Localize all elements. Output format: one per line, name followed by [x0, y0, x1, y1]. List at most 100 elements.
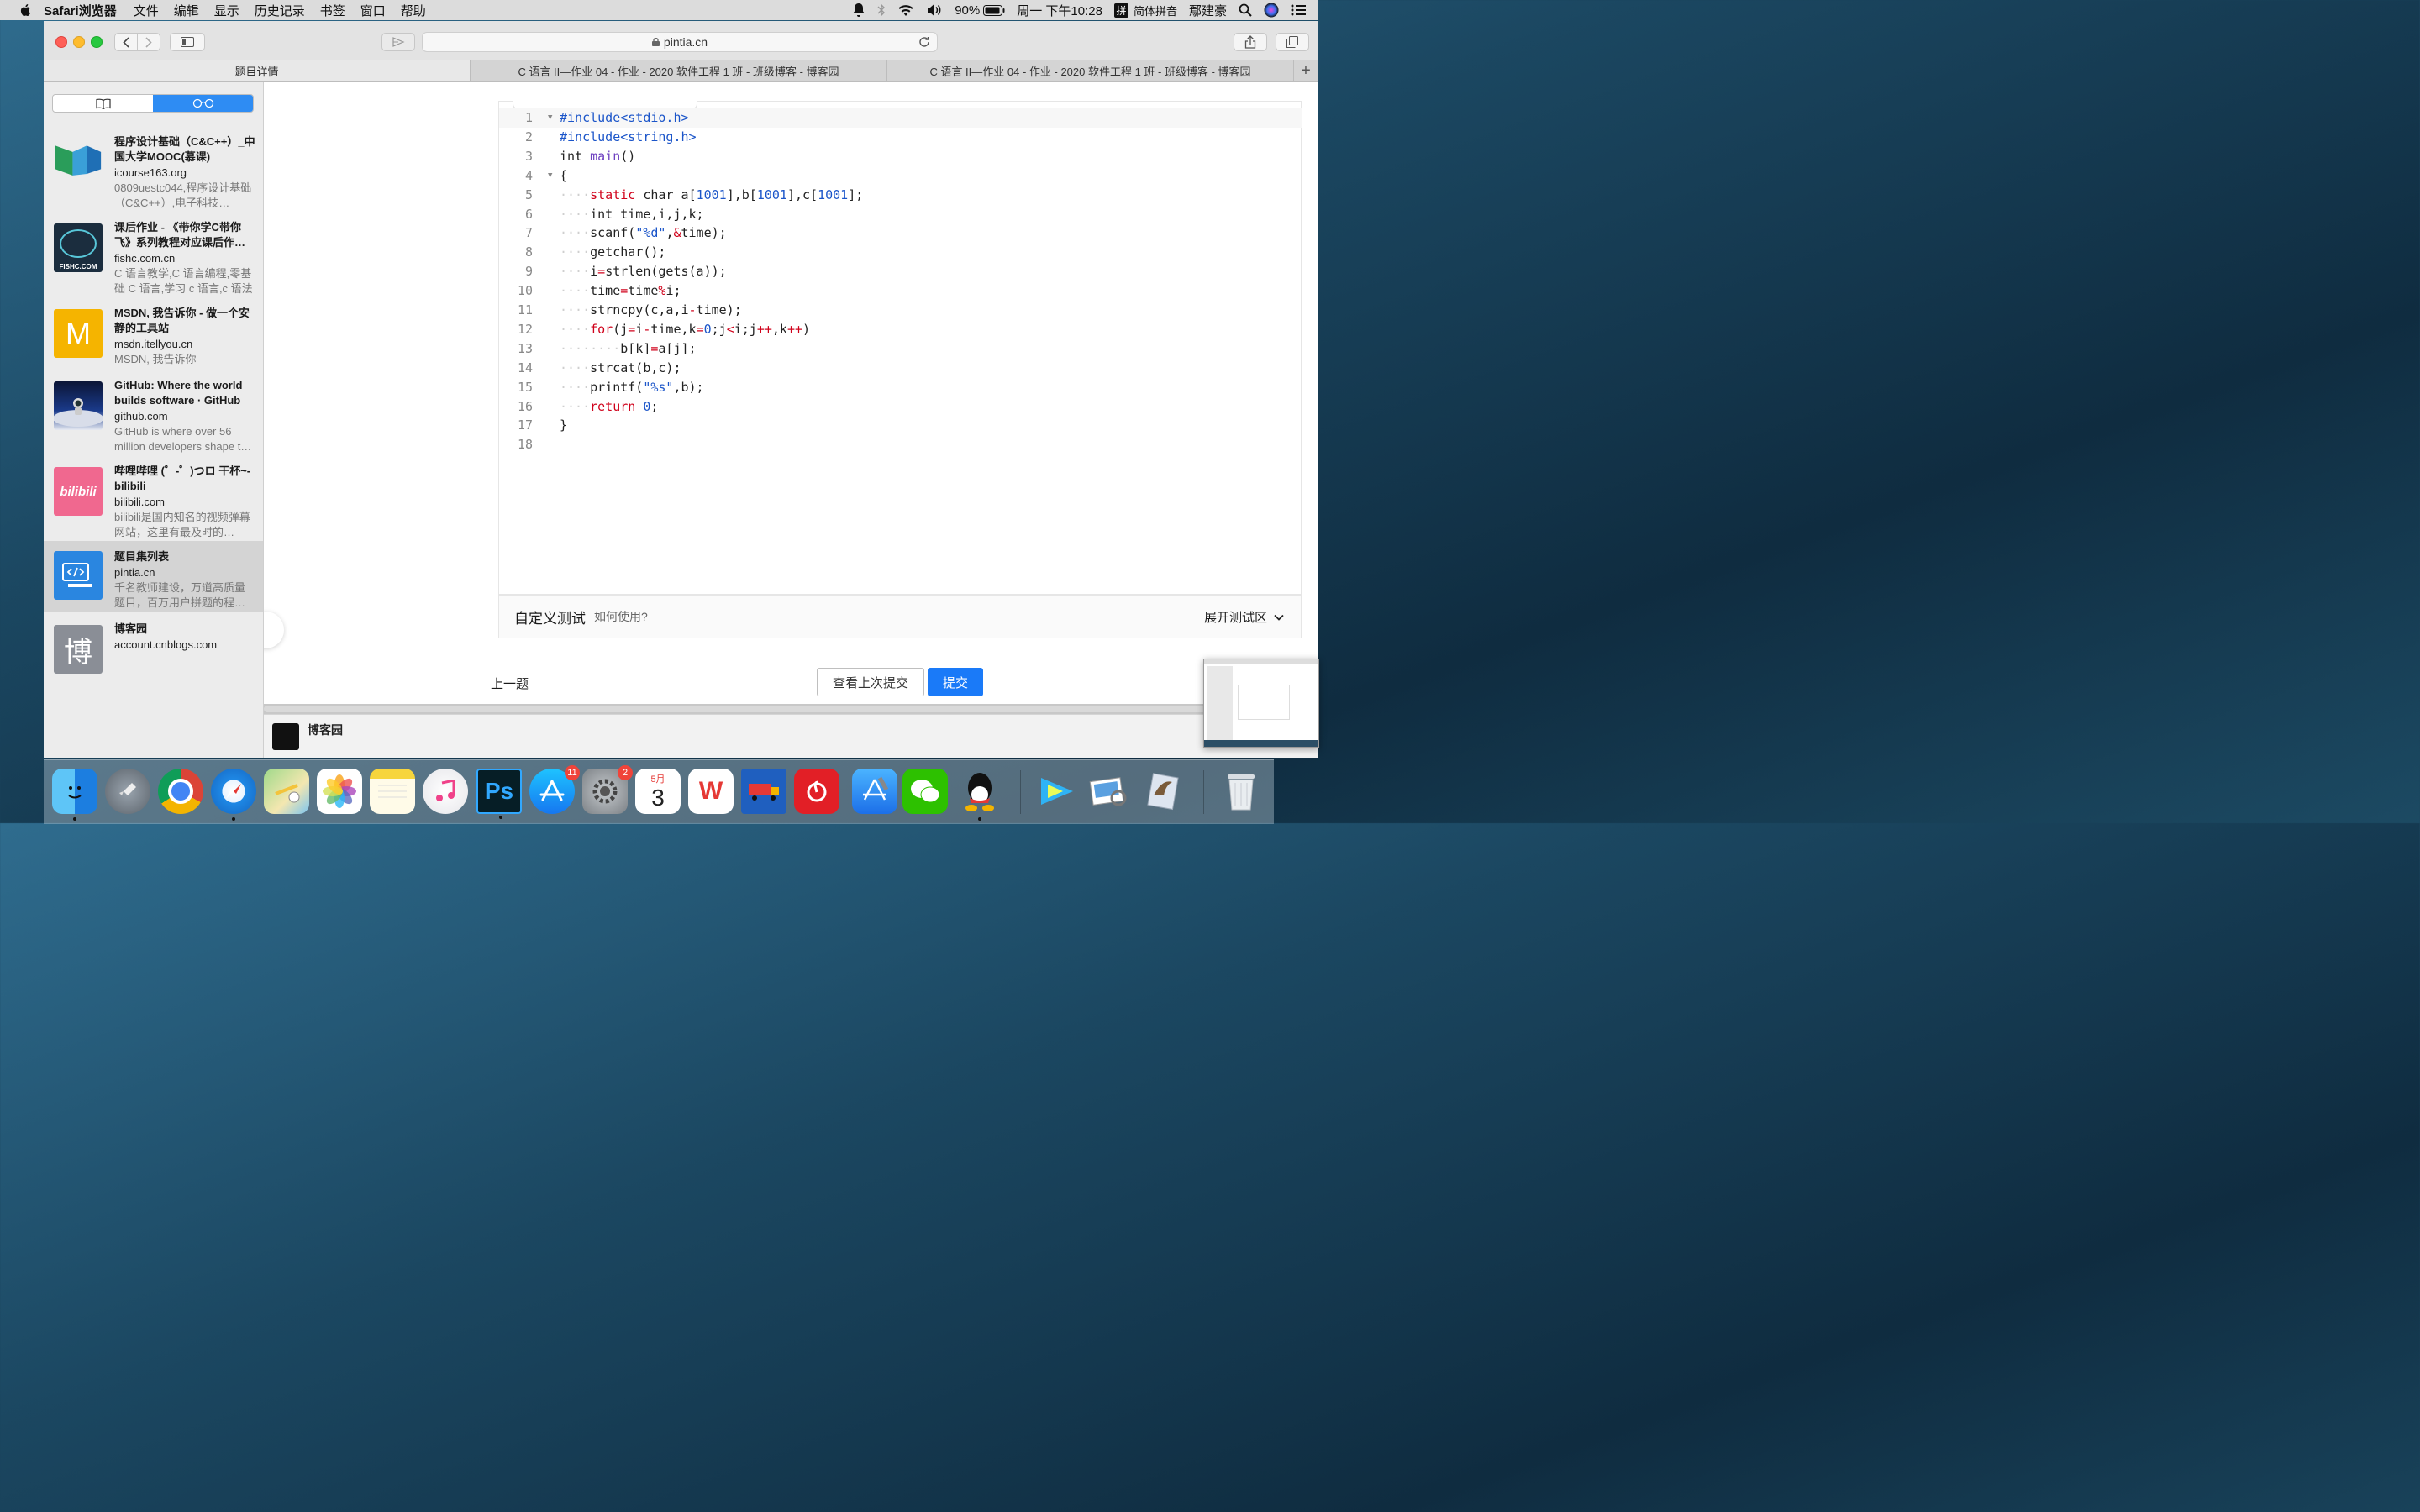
code-line[interactable]: 6 ····int time,i,j,k;	[499, 205, 1302, 224]
menu-bookmarks[interactable]: 书签	[320, 2, 345, 19]
delivery-truck-app-icon[interactable]	[741, 769, 786, 814]
code-line[interactable]: 17}	[499, 416, 1302, 435]
battery-icon[interactable]	[983, 4, 1005, 16]
notification-center-icon[interactable]	[1291, 4, 1306, 16]
screenshot-preview-thumbnail[interactable]	[1203, 659, 1319, 748]
spotlight-search-icon[interactable]	[1239, 3, 1252, 17]
bookmarks-segment[interactable]	[53, 95, 153, 112]
system-preferences-icon[interactable]: 2	[582, 765, 633, 814]
reading-list-item[interactable]: FISHC.COM 课后作业 - 《带你学C带你飞》系列教程对应课后作… fis…	[44, 212, 263, 296]
reading-list-item[interactable]: GitHub: Where the world builds software …	[44, 370, 263, 454]
battery-percent: 90%	[955, 3, 981, 18]
tab-cnblogs-homework-2[interactable]: C 语言 II—作业 04 - 作业 - 2020 软件工程 1 班 - 班级博…	[887, 60, 1294, 81]
volume-icon[interactable]	[926, 3, 943, 17]
new-tab-button[interactable]: +	[1294, 60, 1318, 81]
calendar-icon[interactable]: 5月 3	[635, 769, 681, 814]
tab-cnblogs-homework-1[interactable]: C 语言 II—作业 04 - 作业 - 2020 软件工程 1 班 - 班级博…	[471, 60, 887, 81]
code-line[interactable]: 1 ▼ #include<stdio.h>	[499, 108, 1302, 128]
code-line[interactable]: 11 ····strncpy(c,a,i-time);	[499, 301, 1302, 320]
code-line[interactable]: 4 ▼ {	[499, 166, 1302, 186]
finder-icon[interactable]	[52, 769, 97, 821]
trash-icon[interactable]	[1218, 769, 1264, 814]
code-line[interactable]: 10 ····time=time%i;	[499, 281, 1302, 301]
reader-share-button[interactable]	[381, 33, 415, 51]
minimize-window-button[interactable]	[73, 36, 85, 48]
qq-icon[interactable]	[957, 769, 1002, 821]
launchpad-icon[interactable]	[105, 769, 150, 814]
reading-list-item[interactable]: 程序设计基础（C&C++）_中国大学MOOC(慕课) icourse163.or…	[44, 126, 263, 210]
bluetooth-icon[interactable]	[877, 3, 886, 17]
code-line[interactable]: 12 ····for(j=i-time,k=0;j<i;j++,k++)	[499, 320, 1302, 339]
notification-bell-icon[interactable]	[852, 3, 865, 18]
tencent-video-icon[interactable]	[1034, 769, 1079, 814]
code-line[interactable]: 7 ····scanf("%d",&time);	[499, 223, 1302, 243]
chrome-icon[interactable]	[158, 769, 203, 814]
code-line[interactable]: 8 ····getchar();	[499, 243, 1302, 262]
code-line[interactable]: 15 ····printf("%s",b);	[499, 378, 1302, 397]
menu-file[interactable]: 文件	[134, 2, 159, 19]
menu-help[interactable]: 帮助	[401, 2, 426, 19]
preview-app-icon[interactable]	[1086, 769, 1132, 814]
fold-arrow-icon[interactable]: ▼	[548, 108, 552, 128]
app-store-icon[interactable]: 11	[529, 765, 580, 814]
mail-app-icon[interactable]	[1139, 769, 1185, 814]
menu-edit[interactable]: 编辑	[174, 2, 199, 19]
code-line[interactable]: 18	[499, 435, 1302, 454]
code-line[interactable]: 2 #include<string.h>	[499, 128, 1302, 147]
code-line[interactable]: 16 ····return 0;	[499, 397, 1302, 417]
line-number: 6	[524, 206, 533, 222]
apple-icon[interactable]	[18, 3, 34, 18]
code-line[interactable]: 13 ········b[k]=a[j];	[499, 339, 1302, 359]
input-method-label[interactable]: 简体拼音	[1134, 3, 1177, 18]
app-menu[interactable]: Safari浏览器	[44, 2, 117, 19]
code-line[interactable]: 5 ····static char a[1001],b[1001],c[1001]…	[499, 186, 1302, 205]
clock[interactable]: 周一 下午10:28	[1017, 2, 1102, 19]
code-text: {	[560, 167, 568, 183]
custom-test-help-link[interactable]: 如何使用?	[594, 608, 648, 625]
code-editor[interactable]: 1 ▼ #include<stdio.h> 2 #include<string.h> 3 i…	[498, 83, 1302, 595]
pinned-page-bar[interactable]: 博客园	[264, 714, 1318, 758]
reading-list-item[interactable]: 博 博客园 account.cnblogs.com	[44, 613, 263, 697]
share-button[interactable]	[1234, 33, 1267, 51]
submit-button[interactable]: 提交	[928, 668, 983, 696]
forward-button[interactable]	[137, 33, 160, 51]
view-last-submission-button[interactable]: 查看上次提交	[817, 668, 924, 696]
menu-view[interactable]: 显示	[214, 2, 239, 19]
wps-office-icon[interactable]: W	[688, 769, 734, 814]
safari-icon[interactable]	[211, 769, 256, 821]
close-window-button[interactable]	[55, 36, 67, 48]
zoom-window-button[interactable]	[91, 36, 103, 48]
wechat-icon[interactable]	[902, 769, 948, 814]
siri-icon[interactable]	[1264, 3, 1279, 18]
xcode-icon[interactable]	[852, 769, 897, 814]
maps-icon[interactable]	[264, 769, 309, 814]
address-bar[interactable]: pintia.cn	[422, 32, 938, 52]
menu-history[interactable]: 历史记录	[255, 2, 305, 19]
code-line[interactable]: 14 ····strcat(b,c);	[499, 359, 1302, 378]
reading-list-item[interactable]: bilibili 哔哩哔哩 (゜-゜)つロ 干杯~-bilibili bilib…	[44, 455, 263, 539]
menu-window[interactable]: 窗口	[360, 2, 386, 19]
language-selector-stub[interactable]	[513, 83, 697, 109]
notes-icon[interactable]	[370, 769, 415, 814]
expand-test-area-button[interactable]: 展开测试区	[1204, 608, 1284, 626]
music-icon[interactable]	[423, 769, 468, 814]
back-button[interactable]	[114, 33, 138, 51]
reading-list-item-selected[interactable]: 题目集列表 pintia.cn 千名教师建设，万道高质量题目，百万用户拼题的程…	[44, 541, 263, 612]
code-line[interactable]: 3 int main()	[499, 147, 1302, 166]
user-name[interactable]: 鄢建豪	[1189, 2, 1227, 19]
wifi-icon[interactable]	[897, 4, 914, 17]
photos-icon[interactable]	[317, 769, 362, 814]
input-method-icon[interactable]: 拼	[1113, 3, 1128, 18]
tab-overview-button[interactable]	[1276, 33, 1309, 51]
horizontal-scrollbar[interactable]	[264, 704, 1318, 714]
photoshop-icon[interactable]: Ps	[476, 769, 522, 819]
reading-list-segment[interactable]	[153, 95, 253, 112]
reload-icon[interactable]	[918, 36, 930, 48]
netease-music-icon[interactable]	[794, 769, 839, 814]
tab-problem-detail[interactable]: 题目详情	[44, 60, 471, 81]
fold-arrow-icon[interactable]: ▼	[548, 166, 552, 186]
previous-problem-link[interactable]: 上一题	[491, 675, 529, 692]
code-line[interactable]: 9 ····i=strlen(gets(a));	[499, 262, 1302, 281]
sidebar-toggle-button[interactable]	[170, 33, 205, 51]
reading-list-item[interactable]: M MSDN, 我告诉你 - 做一个安静的工具站 msdn.itellyou.c…	[44, 297, 263, 381]
